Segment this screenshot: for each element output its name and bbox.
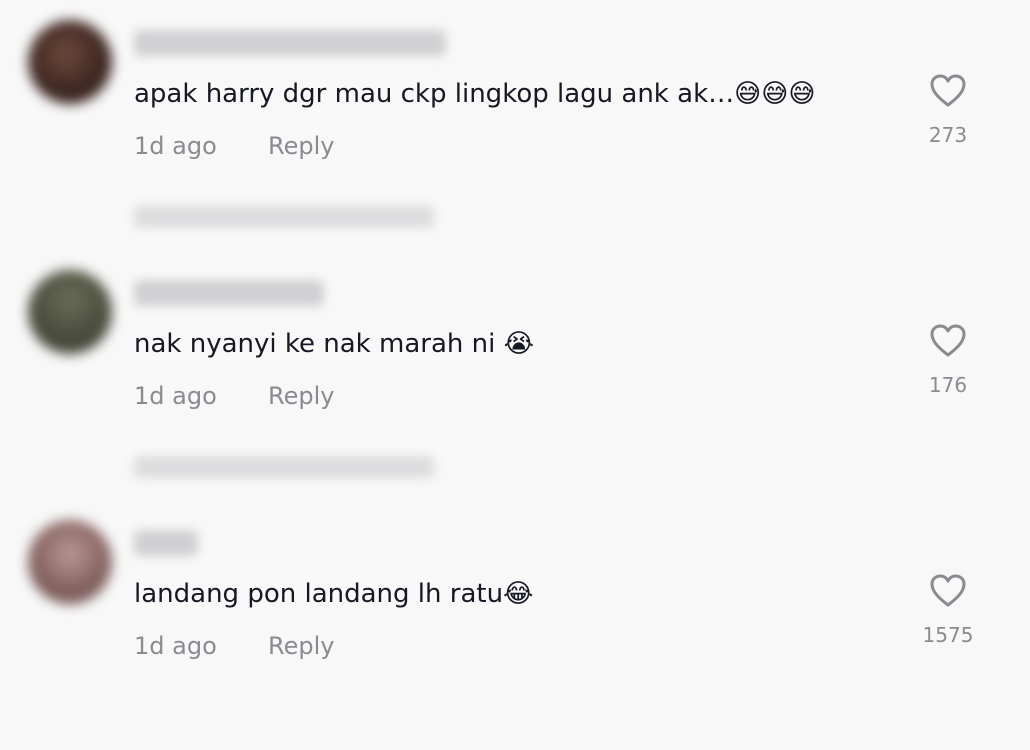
comment-text: landang pon landang lh ratu😂 — [134, 579, 534, 609]
reply-button[interactable]: Reply — [268, 630, 334, 662]
heart-outline-icon — [930, 324, 966, 357]
like-button[interactable] — [918, 70, 978, 114]
like-button[interactable] — [918, 320, 978, 364]
username-blurred[interactable] — [134, 280, 324, 306]
username-blurred[interactable] — [134, 30, 446, 56]
like-count: 273 — [928, 123, 968, 147]
view-replies-blurred[interactable] — [134, 456, 434, 478]
username-blurred[interactable] — [134, 530, 198, 556]
view-replies-blurred[interactable] — [134, 206, 434, 228]
comment-item: nak nyanyi ke nak marah ni 😭 1d ago Repl… — [0, 250, 1030, 500]
comment-item: apak harry dgr mau ckp lingkop lagu ank … — [0, 0, 1030, 250]
avatar[interactable] — [28, 270, 112, 354]
avatar[interactable] — [28, 520, 112, 604]
comment-time: 1d ago — [134, 632, 217, 660]
heart-outline-icon — [930, 574, 966, 607]
like-button[interactable] — [918, 570, 978, 614]
reply-button[interactable]: Reply — [268, 130, 334, 162]
comment-text: apak harry dgr mau ckp lingkop lagu ank … — [134, 79, 816, 109]
like-count: 176 — [928, 373, 968, 397]
comment-text: nak nyanyi ke nak marah ni 😭 — [134, 329, 534, 359]
reply-button[interactable]: Reply — [268, 380, 334, 412]
avatar[interactable] — [28, 20, 112, 104]
like-count: 1575 — [922, 623, 974, 647]
heart-outline-icon — [930, 74, 966, 107]
comment-item: landang pon landang lh ratu😂 1d ago Repl… — [0, 500, 1030, 750]
comment-time: 1d ago — [134, 382, 217, 410]
comment-time: 1d ago — [134, 132, 217, 160]
